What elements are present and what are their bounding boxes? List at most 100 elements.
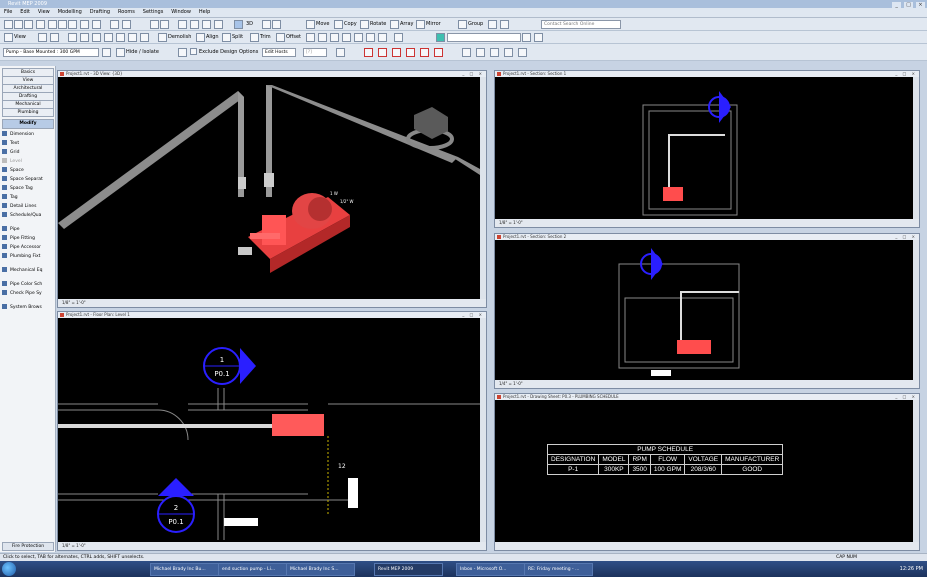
menu-rooms[interactable]: Rooms [118, 8, 135, 17]
tool-pipe[interactable]: Pipe [2, 226, 54, 234]
lock-icon[interactable] [394, 33, 403, 42]
help-icon[interactable] [500, 20, 509, 29]
trim-button[interactable]: Trim [260, 31, 271, 43]
menu-drafting[interactable]: Drafting [90, 8, 110, 17]
move-button[interactable]: Move [316, 18, 329, 30]
tool-detail-lines[interactable]: Detail Lines [2, 203, 54, 211]
thin-lines-icon[interactable] [122, 20, 131, 29]
dynamic-view-icon[interactable] [262, 20, 271, 29]
menu-edit[interactable]: Edit [20, 8, 30, 17]
drawing-sheet-window[interactable]: Project1.rvt - Drawing Sheet: P0.3 - PLU… [494, 393, 920, 551]
tool-dimension[interactable]: Dimension [2, 131, 54, 139]
move-icon[interactable] [306, 20, 315, 29]
flex-duct-icon[interactable] [354, 33, 363, 42]
duct-icon[interactable] [306, 33, 315, 42]
start-button[interactable] [2, 562, 16, 576]
new-icon[interactable] [4, 20, 13, 29]
offset-icon[interactable] [276, 33, 285, 42]
rotate-ccw-icon[interactable] [378, 48, 387, 57]
mirror-icon[interactable] [416, 20, 425, 29]
edit-hosts-button[interactable]: Edit Hosts [262, 48, 296, 57]
mirror-v-icon[interactable] [420, 48, 429, 57]
split-face-icon[interactable] [104, 33, 113, 42]
section-1-canvas[interactable] [495, 77, 913, 219]
join-icon[interactable] [116, 33, 125, 42]
unknown-button[interactable]: [?] [303, 48, 327, 57]
move-right-icon[interactable] [504, 48, 513, 57]
move-down-icon[interactable] [476, 48, 485, 57]
drawing-sheet-scrollbar[interactable] [913, 400, 919, 542]
filter-settings-icon[interactable] [522, 33, 531, 42]
match-icon[interactable] [80, 33, 89, 42]
drawing-sheet-control-bar[interactable] [495, 542, 919, 550]
filter-apply-icon[interactable] [534, 33, 543, 42]
shade-icon[interactable] [272, 20, 281, 29]
fill-icon[interactable] [436, 33, 445, 42]
group-button[interactable]: Group [468, 18, 483, 30]
visibility-icon[interactable] [50, 33, 59, 42]
air-terminal-icon[interactable] [330, 33, 339, 42]
connect-icon[interactable] [336, 48, 345, 57]
offset-button[interactable]: Offset [286, 31, 301, 43]
rotate-cw-icon[interactable] [364, 48, 373, 57]
taskbar-item[interactable]: end suction pump - Li... [218, 563, 287, 576]
section-icon[interactable] [178, 20, 187, 29]
pipe-tool-icon[interactable] [366, 33, 375, 42]
floor-plan-control-bar[interactable]: 1/8" = 1'-0" [58, 542, 486, 550]
search-input[interactable]: Contact Search Online [541, 20, 621, 29]
rotate-button[interactable]: Rotate [370, 18, 386, 30]
mirror-h-icon[interactable] [406, 48, 415, 57]
taskbar-item[interactable]: Michael Brady Inc Bu... [150, 563, 219, 576]
taskbar-item[interactable]: Michael Brady Inc S... [286, 563, 355, 576]
menu-file[interactable]: File [4, 8, 12, 17]
tool-space-tag[interactable]: Space Tag [2, 185, 54, 193]
array-icon[interactable] [390, 20, 399, 29]
camera-icon[interactable] [214, 20, 223, 29]
menu-window[interactable]: Window [171, 8, 191, 17]
copy-tool-icon[interactable] [334, 20, 343, 29]
type-selector[interactable]: Pump - Base Mounted : 300 GPM [3, 48, 99, 57]
measure-icon[interactable] [110, 20, 119, 29]
tool-grid[interactable]: Grid [2, 149, 54, 157]
tool-plumbing-fixture[interactable]: Plumbing Fixt [2, 253, 54, 261]
link-icon[interactable] [488, 20, 497, 29]
demolish-button[interactable]: Demolish [168, 31, 191, 43]
section-1-scale[interactable]: 1/8" = 1'-0" [499, 220, 523, 225]
callout-icon[interactable] [190, 20, 199, 29]
section-1-scrollbar[interactable] [913, 77, 919, 219]
duct-fitting-icon[interactable] [318, 33, 327, 42]
group-icon[interactable] [458, 20, 467, 29]
trim-icon[interactable] [250, 33, 259, 42]
undo-icon[interactable] [80, 20, 89, 29]
align-icon[interactable] [196, 33, 205, 42]
copy-icon[interactable] [58, 20, 67, 29]
filter-dropdown[interactable] [447, 33, 521, 42]
section-2-scrollbar[interactable] [913, 240, 919, 380]
section-2-canvas[interactable] [495, 240, 913, 380]
view-3d-scale[interactable]: 1/8" = 1'-0" [62, 300, 86, 305]
rotate-icon[interactable] [360, 20, 369, 29]
tool-pipe-fitting[interactable]: Pipe Fitting [2, 235, 54, 243]
cut-geometry-icon[interactable] [128, 33, 137, 42]
elevation-icon[interactable] [202, 20, 211, 29]
tool-text[interactable]: Text [2, 140, 54, 148]
tool-pipe-accessory[interactable]: Pipe Accessor [2, 244, 54, 252]
section-1-control-bar[interactable]: 1/8" = 1'-0" [495, 219, 919, 227]
properties-icon[interactable] [38, 33, 47, 42]
section-1-window[interactable]: Project1.rvt - Section: Section 1 _ □ × … [494, 70, 920, 228]
tool-mechanical-equipment[interactable]: Mechanical Eq [2, 267, 54, 275]
mirror-button[interactable]: Mirror [426, 18, 441, 30]
view-3d-window[interactable]: Project1.rvt - 3D View: {3D} _ □ × 1 W 1… [57, 70, 487, 308]
zoom-icon[interactable] [150, 20, 159, 29]
open-icon[interactable] [14, 20, 23, 29]
type-properties-icon[interactable] [102, 48, 111, 57]
tab-plumbing[interactable]: Plumbing [2, 108, 54, 117]
mech-equipment-icon[interactable] [342, 33, 351, 42]
edit-icon[interactable] [68, 33, 77, 42]
floor-plan-scrollbar[interactable] [480, 318, 486, 542]
menu-help[interactable]: Help [199, 8, 210, 17]
menu-view[interactable]: View [38, 8, 50, 17]
tool-schedule[interactable]: Schedule/Qua [2, 212, 54, 220]
hide-isolate-icon[interactable] [116, 48, 125, 57]
print-icon[interactable] [36, 20, 45, 29]
